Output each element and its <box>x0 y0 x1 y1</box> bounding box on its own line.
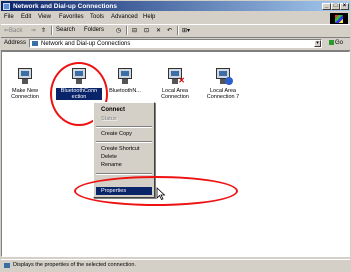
status-text: Displays the properties of the selected … <box>13 262 136 268</box>
window: Network and Dial-up Connections _ □ × Fi… <box>0 0 351 272</box>
menu-item-connect[interactable]: Connect <box>96 106 152 114</box>
copy-to-button[interactable]: ⊡ <box>144 27 149 34</box>
menu-item-create-copy[interactable]: Create Copy <box>96 130 152 138</box>
mouse-pointer-icon <box>156 187 166 201</box>
network-folder-icon <box>4 263 10 268</box>
network-folder-icon <box>32 41 38 46</box>
menu-advanced[interactable]: Advanced <box>111 14 138 20</box>
address-value: Network and Dial-up Connections <box>41 40 131 47</box>
delete-button[interactable]: ✕ <box>156 27 161 34</box>
address-field[interactable]: Network and Dial-up Connections ▾ <box>29 39 322 48</box>
close-button[interactable]: × <box>340 2 349 10</box>
address-label: Address <box>4 40 27 46</box>
folders-button[interactable]: Folders <box>84 27 104 33</box>
move-to-button[interactable]: ⊟ <box>132 27 137 34</box>
network-connection-disabled-icon: ✕ <box>165 66 185 86</box>
title-bar[interactable]: Network and Dial-up Connections _ □ × <box>1 1 350 11</box>
maximize-button[interactable]: □ <box>331 2 340 10</box>
forward-button[interactable]: ⇒ <box>31 27 36 34</box>
menu-bar: File Edit View Favorites Tools Advanced … <box>1 13 350 25</box>
up-button[interactable]: ⇑ <box>41 27 46 34</box>
go-arrow-icon <box>329 40 334 45</box>
menu-file[interactable]: File <box>4 14 14 20</box>
minimize-button[interactable]: _ <box>322 2 331 10</box>
menu-item-rename[interactable]: Rename <box>96 161 152 169</box>
make-new-connection[interactable]: Make New Connection <box>2 66 48 100</box>
search-button[interactable]: Search <box>56 27 75 33</box>
go-label: Go <box>335 40 344 47</box>
connection-label: Local Area Connection <box>161 88 189 100</box>
address-bar: Address Network and Dial-up Connections … <box>1 38 350 51</box>
network-folder-icon <box>3 2 10 10</box>
menu-tools[interactable]: Tools <box>90 14 104 20</box>
menu-item-status[interactable]: Status <box>96 115 152 123</box>
menu-favorites[interactable]: Favorites <box>59 14 84 20</box>
menu-separator <box>96 173 152 175</box>
menu-separator <box>96 141 152 143</box>
local-area-connection-7[interactable]: Local Area Connection 7 <box>200 66 246 100</box>
go-button[interactable]: Go <box>329 40 343 46</box>
menu-view[interactable]: View <box>38 14 51 20</box>
menu-edit[interactable]: Edit <box>21 14 31 20</box>
network-connection-icon <box>115 66 135 86</box>
history-button[interactable]: ◷ <box>116 27 121 34</box>
window-title: Network and Dial-up Connections <box>13 2 118 10</box>
menu-item-create-shortcut[interactable]: Create Shortcut <box>96 145 152 153</box>
toolbar-separator <box>177 26 179 35</box>
undo-button[interactable]: ↶ <box>167 27 172 34</box>
connection-label: Local Area Connection 7 <box>206 88 240 100</box>
network-connection-icon <box>213 66 233 86</box>
local-area-connection[interactable]: ✕ Local Area Connection <box>152 66 198 100</box>
connection-label: Make New Connection <box>11 88 39 100</box>
toolbar-separator <box>126 26 128 35</box>
connection-label: BluetoothN... <box>109 88 141 94</box>
back-button[interactable]: ⇐Back <box>4 27 22 34</box>
views-button[interactable]: ⊞▾ <box>182 27 190 34</box>
menu-separator <box>96 126 152 128</box>
toolbar-separator <box>51 26 53 35</box>
toolbar: ⇐Back ⇒ ⇑ Search Folders ◷ ⊟ ⊡ ✕ ↶ ⊞▾ <box>1 24 350 38</box>
menu-item-delete[interactable]: Delete <box>96 153 152 161</box>
chevron-down-icon[interactable]: ▾ <box>314 40 321 47</box>
make-new-connection-icon <box>15 66 35 86</box>
menu-help[interactable]: Help <box>143 14 155 20</box>
status-bar: Displays the properties of the selected … <box>1 259 350 272</box>
bluetooth-network[interactable]: BluetoothN... <box>102 66 148 94</box>
